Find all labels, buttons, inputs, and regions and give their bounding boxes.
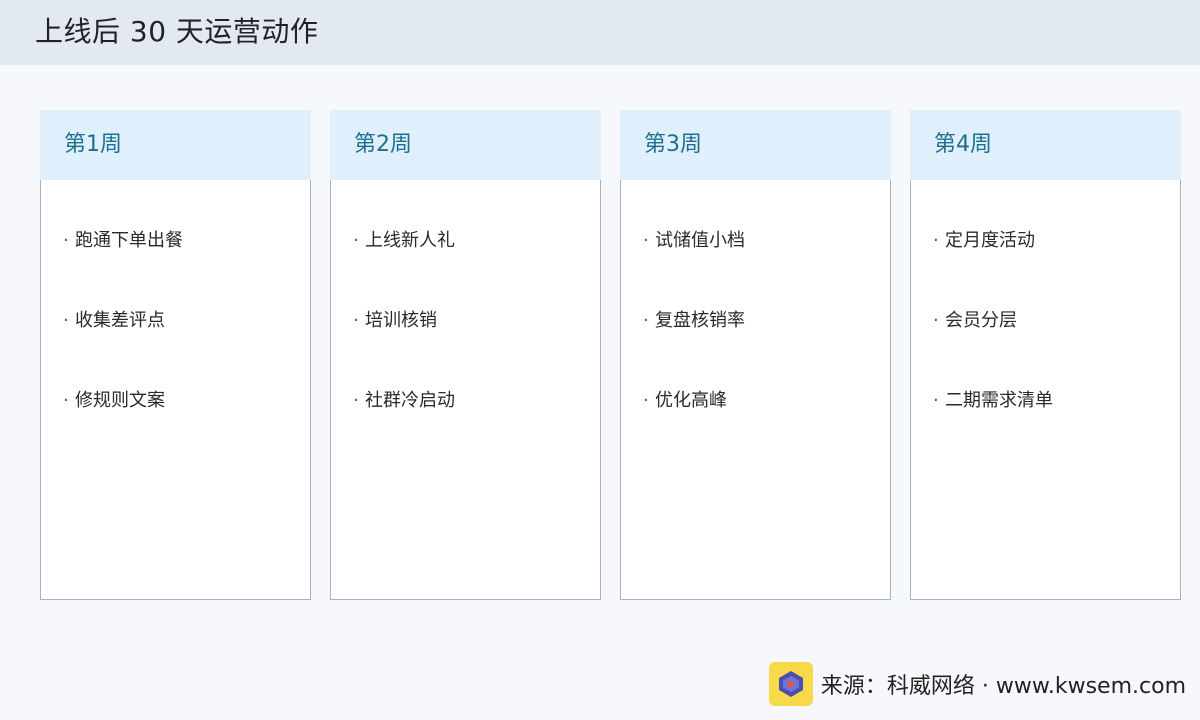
- bullet-icon: ·: [63, 310, 69, 331]
- task-item: · 优化高峰: [643, 388, 745, 468]
- task-item: · 定月度活动: [933, 228, 1053, 308]
- task-item: · 复盘核销率: [643, 308, 745, 388]
- bullet-icon: ·: [353, 310, 359, 331]
- task-label: 定月度活动: [945, 230, 1035, 251]
- task-item: · 培训核销: [353, 308, 455, 388]
- week-label: 第2周: [354, 132, 412, 157]
- task-item: · 收集差评点: [63, 308, 183, 388]
- task-list: · 试储值小档 · 复盘核销率 · 优化高峰: [643, 228, 745, 468]
- task-label: 修规则文案: [75, 390, 165, 411]
- week-card-4: 第4周 · 定月度活动 · 会员分层 · 二期需求清单: [910, 110, 1181, 600]
- header-bar: 上线后 30 天运营动作: [0, 0, 1200, 65]
- bullet-icon: ·: [933, 390, 939, 411]
- page-title: 上线后 30 天运营动作: [35, 15, 319, 48]
- task-item: · 社群冷启动: [353, 388, 455, 468]
- task-label: 社群冷启动: [365, 390, 455, 411]
- week-label: 第3周: [644, 132, 702, 157]
- bullet-icon: ·: [643, 230, 649, 251]
- week-card-3: 第3周 · 试储值小档 · 复盘核销率 · 优化高峰: [620, 110, 891, 600]
- task-label: 收集差评点: [75, 310, 165, 331]
- bullet-icon: ·: [933, 230, 939, 251]
- task-list: · 跑通下单出餐 · 收集差评点 · 修规则文案: [63, 228, 183, 468]
- task-item: · 跑通下单出餐: [63, 228, 183, 308]
- task-label: 优化高峰: [655, 390, 727, 411]
- task-label: 跑通下单出餐: [75, 230, 183, 251]
- weekly-plan-board: 第1周 · 跑通下单出餐 · 收集差评点 · 修规则文案 第2周 · 上线新人礼 · 培训…: [40, 110, 1181, 601]
- kwsem-logo-icon: [768, 662, 813, 706]
- task-item: · 会员分层: [933, 308, 1053, 388]
- task-label: 二期需求清单: [945, 390, 1053, 411]
- week-header: 第2周: [330, 110, 601, 180]
- source-footer: 来源：科威网络 · www.kwsem.com: [768, 662, 1186, 706]
- week-header: 第4周: [910, 110, 1181, 180]
- task-label: 会员分层: [945, 310, 1017, 331]
- task-item: · 试储值小档: [643, 228, 745, 308]
- week-card-1: 第1周 · 跑通下单出餐 · 收集差评点 · 修规则文案: [40, 110, 311, 600]
- bullet-icon: ·: [63, 390, 69, 411]
- week-header: 第3周: [620, 110, 891, 180]
- week-header: 第1周: [40, 110, 311, 180]
- task-label: 复盘核销率: [655, 310, 745, 331]
- bullet-icon: ·: [933, 310, 939, 331]
- source-text: 来源：科威网络 · www.kwsem.com: [820, 674, 1186, 699]
- week-label: 第1周: [64, 132, 122, 157]
- task-item: · 二期需求清单: [933, 388, 1053, 468]
- task-item: · 上线新人礼: [353, 228, 455, 308]
- week-label: 第4周: [934, 132, 992, 157]
- task-label: 试储值小档: [655, 230, 745, 251]
- bullet-icon: ·: [353, 230, 359, 251]
- task-item: · 修规则文案: [63, 388, 183, 468]
- task-list: · 定月度活动 · 会员分层 · 二期需求清单: [933, 228, 1053, 468]
- task-label: 培训核销: [365, 310, 437, 331]
- bullet-icon: ·: [63, 230, 69, 251]
- bullet-icon: ·: [353, 390, 359, 411]
- task-label: 上线新人礼: [365, 230, 455, 251]
- week-card-2: 第2周 · 上线新人礼 · 培训核销 · 社群冷启动: [330, 110, 601, 600]
- task-list: · 上线新人礼 · 培训核销 · 社群冷启动: [353, 228, 455, 468]
- bullet-icon: ·: [643, 390, 649, 411]
- bullet-icon: ·: [643, 310, 649, 331]
